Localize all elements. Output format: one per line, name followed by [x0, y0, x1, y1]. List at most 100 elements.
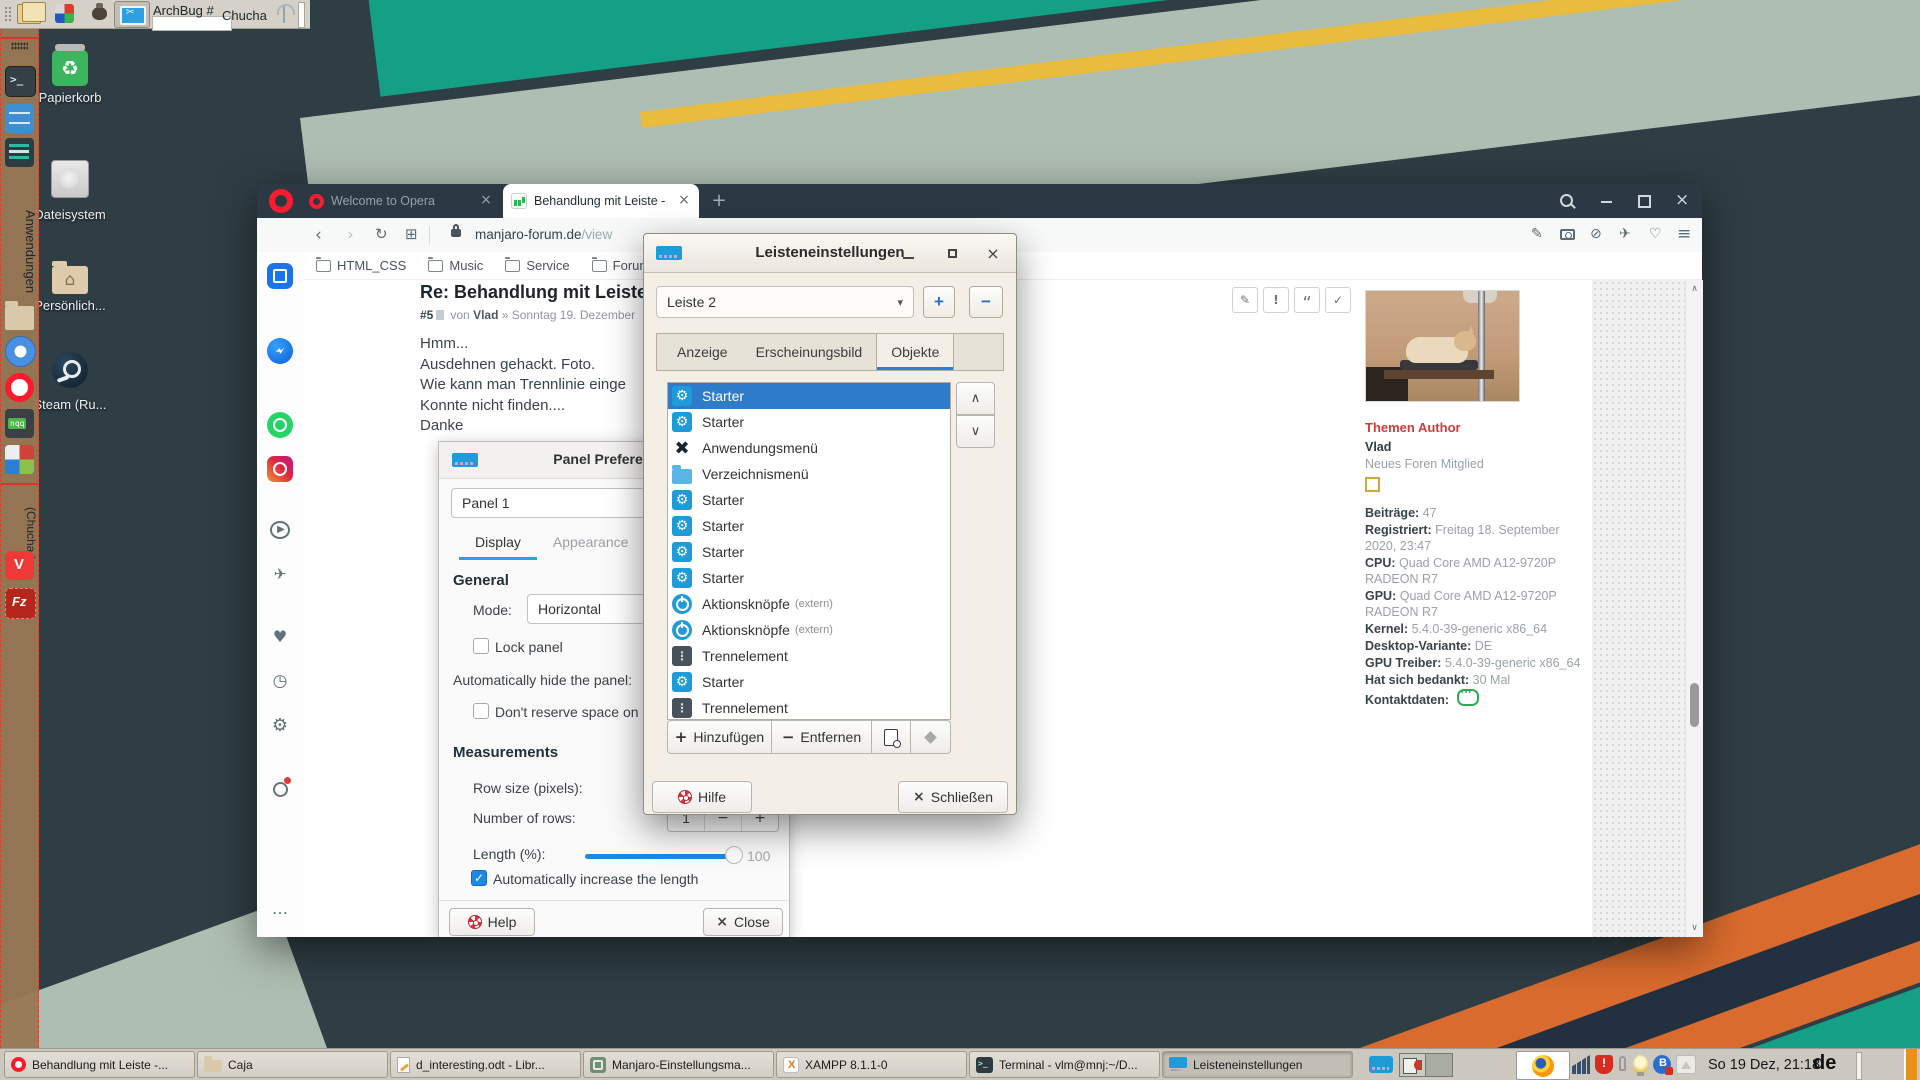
settings-launcher-icon[interactable]: [5, 138, 34, 167]
maximize-icon[interactable]: [945, 246, 963, 262]
extra-item-button[interactable]: [911, 720, 951, 754]
dialog-tab[interactable]: Anzeige: [663, 334, 742, 370]
bookmark-folder-item[interactable]: HTML_CSS: [316, 256, 406, 273]
notepadqq-launcher-icon[interactable]: [5, 409, 34, 438]
file-manager-launcher-icon[interactable]: [5, 104, 34, 133]
add-item-button[interactable]: + Hinzufügen: [667, 720, 772, 754]
dialog-tab[interactable]: Objekte: [876, 334, 955, 370]
opera-menu-icon[interactable]: [269, 189, 293, 213]
remove-panel-button[interactable]: −: [969, 286, 1003, 318]
list-item[interactable]: Starter: [668, 669, 950, 695]
vivaldi-launcher-icon[interactable]: [5, 551, 34, 580]
browser-tab[interactable]: Welcome to Opera ×: [301, 184, 501, 218]
chromium-launcher-icon[interactable]: [5, 336, 36, 367]
sidebar-icon[interactable]: [267, 338, 293, 364]
sidebar-icon[interactable]: [267, 668, 293, 694]
new-tab-button[interactable]: +: [709, 191, 729, 211]
snapshot-icon[interactable]: [1560, 229, 1575, 240]
remove-item-button[interactable]: − Entfernen: [772, 720, 872, 754]
taskbar-window-button[interactable]: Leisteneinstellungen: [1162, 1051, 1353, 1078]
sidebar-icon[interactable]: [267, 412, 293, 438]
anwendungen-label[interactable]: Anwendungen: [1, 184, 38, 319]
sidebar-icon[interactable]: [267, 623, 293, 649]
list-item[interactable]: Verzeichnismenü: [668, 461, 950, 487]
menu-icon[interactable]: ≡: [1677, 224, 1691, 244]
list-item[interactable]: Starter: [668, 539, 950, 565]
taskbar-window-button[interactable]: Manjaro-Einstellungsma...: [583, 1051, 774, 1078]
bookmark-folder-item[interactable]: Music: [428, 256, 483, 273]
scroll-up-icon[interactable]: ∧: [1686, 284, 1703, 294]
search-icon[interactable]: [1560, 194, 1573, 207]
move-down-button[interactable]: ∨: [956, 415, 995, 448]
scrollbar-thumb[interactable]: [1690, 683, 1699, 727]
firefox-launcher-button[interactable]: [1516, 1051, 1570, 1080]
panel-tray-icon[interactable]: [1369, 1056, 1393, 1073]
reserve-space-checkbox[interactable]: [473, 703, 489, 719]
bug-icon[interactable]: [92, 3, 107, 20]
sidebar-icon[interactable]: [267, 561, 293, 587]
dock-grip-handle[interactable]: [11, 42, 28, 50]
tray-icon[interactable]: [1595, 1055, 1613, 1074]
author-name[interactable]: Vlad: [1365, 439, 1587, 455]
screenshot-tool-button[interactable]: [114, 1, 150, 28]
cat-photo[interactable]: [1365, 290, 1520, 402]
post-action-button[interactable]: [1294, 287, 1320, 313]
taskbar-window-button[interactable]: Behandlung mit Leiste -...: [4, 1051, 195, 1078]
tab-close-icon[interactable]: ×: [677, 193, 691, 208]
minimize-icon[interactable]: [900, 246, 918, 262]
panel-grip-handle[interactable]: [4, 6, 12, 22]
clock[interactable]: So 19 Dez, 21:18: [1708, 1057, 1820, 1073]
workspace-cube-icon[interactable]: [55, 4, 74, 23]
auto-length-checkbox[interactable]: [471, 870, 487, 886]
list-item[interactable]: Starter: [668, 383, 950, 409]
edit-item-button[interactable]: [872, 720, 911, 754]
scroll-down-icon[interactable]: ∨: [1686, 923, 1703, 933]
taskbar-window-button[interactable]: Terminal - vlm@mnj:~/D...: [969, 1051, 1160, 1078]
list-item[interactable]: Anwendungsmenü: [668, 435, 950, 461]
list-item[interactable]: Trennelement: [668, 643, 950, 669]
bookmark-folder-item[interactable]: Service: [505, 256, 570, 273]
keyboard-layout-indicator[interactable]: de: [1813, 1052, 1836, 1075]
minimize-icon[interactable]: [1601, 201, 1612, 203]
sidebar-more-icon[interactable]: ⋯: [267, 903, 293, 923]
dialog-titlebar[interactable]: Leisteneinstellungen ×: [644, 234, 1016, 273]
tab-close-icon[interactable]: ×: [479, 193, 493, 208]
panel-select-dropdown[interactable]: Leiste 2 ▾: [656, 286, 914, 318]
list-item[interactable]: Trennelement: [668, 695, 950, 719]
sidebar-icon[interactable]: [267, 776, 293, 802]
taskbar-window-button[interactable]: Caja: [197, 1051, 388, 1078]
lock-panel-checkbox[interactable]: [473, 638, 489, 654]
close-icon[interactable]: ×: [1675, 190, 1689, 210]
tray-icon[interactable]: [1676, 1055, 1696, 1074]
dialog-tab[interactable]: Appearance: [537, 528, 645, 560]
length-slider-track[interactable]: [585, 854, 733, 859]
sidebar-icon[interactable]: [267, 456, 293, 482]
url-field[interactable]: manjaro-forum.de/view: [475, 227, 612, 242]
file-copy-icon[interactable]: [17, 2, 46, 24]
dialog-tab[interactable]: Erscheinungsbild: [742, 334, 877, 370]
sidebar-icon[interactable]: [267, 263, 293, 289]
close-button[interactable]: × Schließen: [898, 781, 1008, 813]
filezilla-launcher-icon[interactable]: [5, 588, 36, 619]
post-action-button[interactable]: [1325, 287, 1351, 313]
chat-bubble-icon[interactable]: [1456, 685, 1479, 706]
length-slider-knob[interactable]: [725, 846, 743, 864]
share-icon[interactable]: ✎: [1531, 226, 1543, 242]
reload-icon[interactable]: ↻: [375, 225, 388, 243]
tray-icon[interactable]: [1618, 1055, 1628, 1074]
taskbar-window-button[interactable]: d_interesting.odt - Libr...: [390, 1051, 581, 1078]
tray-icon[interactable]: [1572, 1055, 1590, 1074]
browser-scrollbar[interactable]: ∧ ∨: [1685, 280, 1703, 937]
speed-dial-grid-icon[interactable]: ⊞: [405, 225, 418, 243]
move-up-button[interactable]: ∧: [956, 382, 995, 415]
terminal-launcher-icon[interactable]: [5, 66, 36, 97]
forward-icon[interactable]: ›: [347, 225, 354, 245]
adblock-icon[interactable]: ⊘: [1590, 226, 1602, 242]
meta-author-link[interactable]: Vlad: [473, 308, 498, 322]
flow-send-icon[interactable]: ✈: [1619, 226, 1631, 242]
folder-launcher-icon[interactable]: [5, 301, 34, 330]
add-panel-button[interactable]: +: [923, 286, 955, 318]
workspace-pager[interactable]: [1399, 1053, 1455, 1077]
bookmark-folder-item[interactable]: Forum: [591, 256, 650, 273]
post-action-button[interactable]: [1263, 287, 1289, 313]
